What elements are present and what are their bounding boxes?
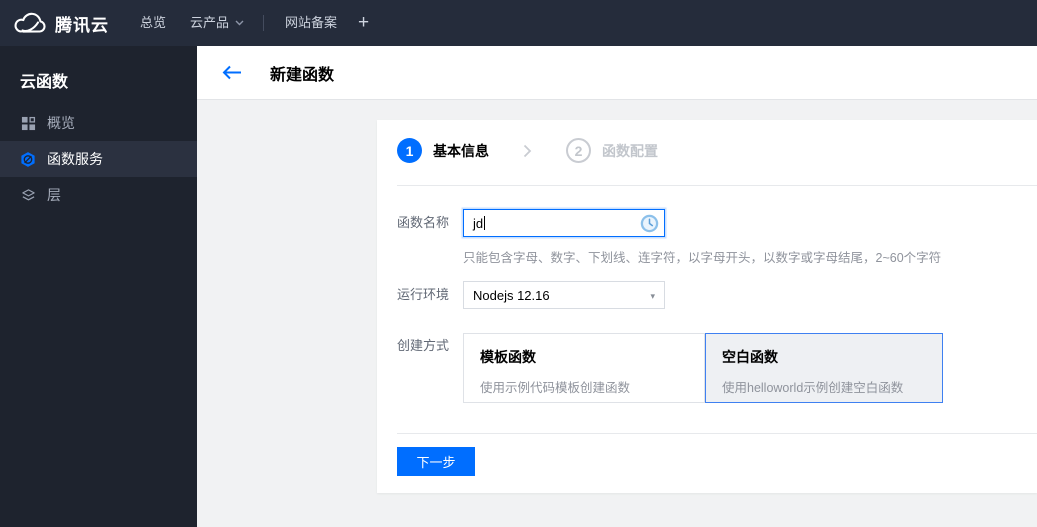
option-description: 使用示例代码模板创建函数 [480,381,631,395]
runtime-label: 运行环境 [397,287,450,302]
sidebar-item-label: 层 [47,187,61,203]
topnav-separator [263,15,264,31]
sidebar-item-function-service[interactable]: 函数服务 [0,141,197,177]
option-card-template-function[interactable]: 模板函数 使用示例代码模板创建函数 [463,333,705,403]
grid-icon [20,115,36,131]
page-header: 新建函数 [197,46,1037,99]
option-title: 空白函数 [722,349,778,365]
select-caret-icon: ▾ [650,291,655,301]
step-2-label: 函数配置 [602,142,658,159]
content-area: 1 基本信息 2 函数配置 函数名称 jd 只能包含字母、数字、下划线、连字符，… [197,99,1037,527]
topnav-item-website-record[interactable]: 网站备案 [285,0,337,46]
sidebar-title: 云函数 [20,74,69,91]
back-arrow-icon[interactable] [222,65,242,80]
layers-icon [20,187,36,203]
option-title: 模板函数 [480,349,536,365]
option-description: 使用helloworld示例创建空白函数 [722,381,904,395]
history-clock-icon[interactable] [640,214,659,233]
sidebar-item-label: 函数服务 [47,151,103,167]
function-name-helper-text: 只能包含字母、数字、下划线、连字符，以字母开头，以数字或字母结尾，2~60个字符 [463,251,942,265]
tencent-cloud-logo[interactable]: 腾讯云 [13,0,109,46]
cloud-logo-icon [13,12,46,35]
step-2-circle: 2 [566,138,591,163]
divider [397,185,1037,186]
creation-method-label: 创建方式 [397,338,450,353]
topnav-item-cloud-products[interactable]: 云产品 [190,0,244,46]
function-name-label: 函数名称 [397,215,450,230]
runtime-select[interactable]: Nodejs 12.16 ▾ [463,281,665,309]
next-step-button[interactable]: 下一步 [397,447,475,476]
step-indicator: 1 基本信息 2 函数配置 [397,138,658,163]
create-function-card: 1 基本信息 2 函数配置 函数名称 jd 只能包含字母、数字、下划线、连字符，… [377,120,1037,493]
option-card-blank-function[interactable]: 空白函数 使用helloworld示例创建空白函数 [705,333,943,403]
topnav-label: 网站备案 [285,15,338,30]
page-title: 新建函数 [270,66,335,84]
sidebar-menu: 概览 函数服务 层 [0,105,197,213]
chevron-down-icon [235,20,244,26]
topnav-label: 总览 [140,15,167,30]
sidebar-item-overview[interactable]: 概览 [0,105,197,141]
text-cursor [484,216,486,230]
scf-hexagon-icon [20,151,36,167]
function-name-value: jd [473,215,484,231]
brand-text: 腾讯云 [55,15,109,35]
topnav-item-overview[interactable]: 总览 [140,0,166,46]
plus-icon: + [358,12,370,33]
divider [397,433,1037,434]
step-1-circle: 1 [397,138,422,163]
topnav-label: 云产品 [190,15,230,30]
sidebar-item-label: 概览 [47,115,75,131]
topnav-add-button[interactable]: + [358,0,369,46]
runtime-selected-value: Nodejs 12.16 [473,287,550,303]
step-1-label: 基本信息 [433,142,489,159]
sidebar: 云函数 概览 函数服务 层 [0,46,197,527]
step-chevron-icon [523,144,532,158]
function-name-input[interactable]: jd [463,209,665,237]
sidebar-item-layers[interactable]: 层 [0,177,197,213]
topbar: 腾讯云 总览 云产品 网站备案 + [0,0,1037,46]
